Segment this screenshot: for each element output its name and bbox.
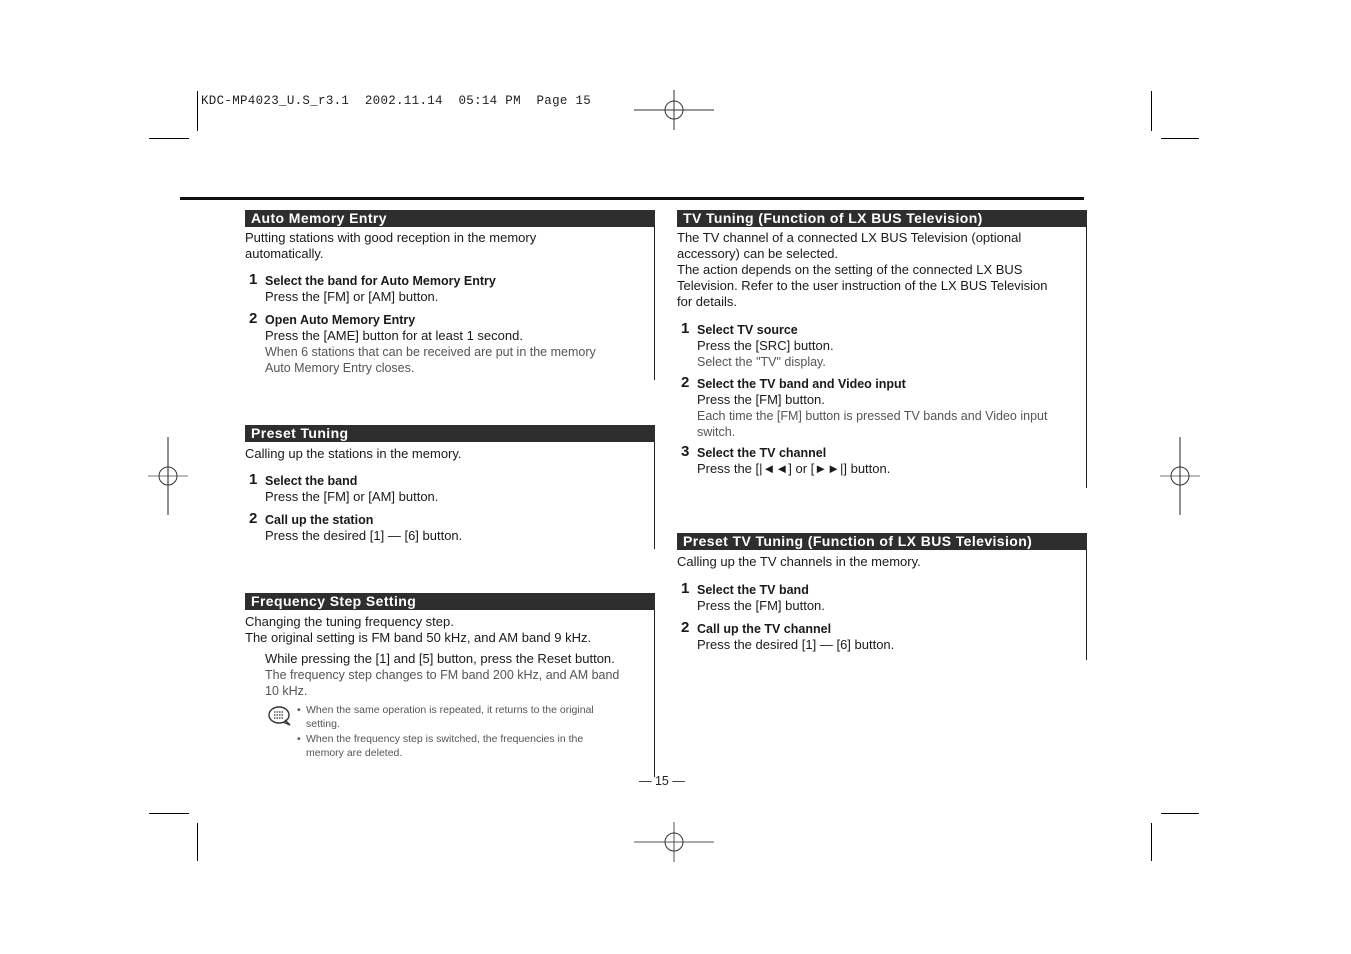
step-title: Select the band <box>265 474 358 488</box>
step-number: 2 <box>681 374 690 391</box>
step-number: 1 <box>249 271 258 288</box>
intro-line: accessory) can be selected. <box>677 246 839 261</box>
step-2: 2 Select the TV band and Video input Pre… <box>677 374 1078 440</box>
note-speech-bubble-icon <box>268 706 291 726</box>
step-note: When 6 stations that can be received are… <box>265 345 596 359</box>
intro-line: The action depends on the setting of the… <box>677 262 1023 277</box>
registration-mark-right-icon <box>1160 437 1200 515</box>
step-title: Select the TV band <box>697 583 809 597</box>
step-note: Each time the [FM] button is pressed TV … <box>697 409 1048 423</box>
section-preset-tuning: Preset Tuning Calling up the stations in… <box>245 425 655 549</box>
step-note: Auto Memory Entry closes. <box>265 361 415 375</box>
intro-line: Calling up the stations in the memory. <box>245 446 462 461</box>
intro-line: for details. <box>677 294 737 309</box>
top-rule <box>180 197 1084 200</box>
intro-line: Changing the tuning frequency step. <box>245 614 454 629</box>
crop-mark-top-right-h <box>1161 138 1199 139</box>
section-intro: Putting stations with good reception in … <box>245 230 646 262</box>
intro-line: The original setting is FM band 50 kHz, … <box>245 630 592 645</box>
step-action: Press the desired [1] — [6] button. <box>265 528 463 543</box>
crop-mark-bottom-left-v <box>197 823 198 861</box>
tip-line: When the frequency step is switched, the… <box>306 733 584 745</box>
section-title: Preset TV Tuning (Function of LX BUS Tel… <box>677 533 1087 550</box>
tips-block: When the same operation is repeated, it … <box>245 703 646 760</box>
step-1: 1 Select the band for Auto Memory Entry … <box>245 271 646 305</box>
step-title: Select the TV channel <box>697 446 827 460</box>
section-tv-tuning: TV Tuning (Function of LX BUS Television… <box>677 210 1087 488</box>
step-action: Press the [FM] or [AM] button. <box>265 289 439 304</box>
section-auto-memory-entry: Auto Memory Entry Putting stations with … <box>245 210 655 380</box>
crop-mark-top-left-h <box>149 138 189 139</box>
slug-date: 2002.11.14 <box>364 94 443 108</box>
step-number: 1 <box>681 580 690 597</box>
section-intro: Changing the tuning frequency step. The … <box>245 613 646 646</box>
registration-mark-bottom-icon <box>634 822 714 862</box>
step-note: switch. <box>697 425 736 439</box>
step-title: Call up the station <box>265 513 374 527</box>
crop-mark-bottom-right-h <box>1161 813 1199 814</box>
page-number: — 15 — <box>639 774 685 788</box>
step-3: 3 Select the TV channel Press the [|◄◄] … <box>677 443 1078 477</box>
step-1: 1 Select the band Press the [FM] or [AM]… <box>245 471 646 505</box>
crop-mark-top-left-v <box>197 91 198 131</box>
intro-line: Calling up the TV channels in the memory… <box>677 554 921 569</box>
intro-line: automatically. <box>245 246 324 261</box>
step-number: 2 <box>681 619 690 636</box>
step-action: Press the [FM] button. <box>697 392 825 407</box>
section-frequency-step-setting: Frequency Step Setting Changing the tuni… <box>245 593 655 777</box>
step-2: 2 Open Auto Memory Entry Press the [AME]… <box>245 310 646 376</box>
tip-line: setting. <box>306 718 340 730</box>
step-1: 1 Select the TV band Press the [FM] butt… <box>677 580 1078 614</box>
tip-line: When the same operation is repeated, it … <box>306 704 594 716</box>
step-number: 3 <box>681 443 690 460</box>
intro-line: Television. Refer to the user instructio… <box>677 278 1048 293</box>
registration-mark-top-icon <box>634 90 714 130</box>
tip-item: When the frequency step is switched, the… <box>297 732 646 760</box>
step-note: 10 kHz. <box>265 684 308 698</box>
step-number: 2 <box>249 310 258 327</box>
registration-mark-left-icon <box>148 437 188 515</box>
step-action: While pressing the [1] and [5] button, p… <box>265 651 615 666</box>
step-action: Press the [FM] or [AM] button. <box>265 489 439 504</box>
section-title: Auto Memory Entry <box>245 210 655 227</box>
tip-item: When the same operation is repeated, it … <box>297 703 646 731</box>
step-note: The frequency step changes to FM band 20… <box>265 668 620 682</box>
step-title: Call up the TV channel <box>697 622 832 636</box>
intro-line: Putting stations with good reception in … <box>245 230 537 245</box>
step-action: Press the [|◄◄] or [►►|] button. <box>697 461 891 476</box>
step-title: Select the band for Auto Memory Entry <box>265 274 496 288</box>
crop-mark-bottom-left-h <box>149 813 189 814</box>
step-2: 2 Call up the TV channel Press the desir… <box>677 619 1078 653</box>
section-intro: Calling up the TV channels in the memory… <box>677 553 1078 570</box>
intro-line: The TV channel of a connected LX BUS Tel… <box>677 230 1022 245</box>
slug-page: Page 15 <box>536 94 592 108</box>
step-number: 1 <box>681 320 690 337</box>
slug-time: 05:14 PM <box>458 94 521 108</box>
step-action: Press the desired [1] — [6] button. <box>697 637 895 652</box>
slug-file: KDC-MP4023_U.S_r3.1 <box>201 94 350 108</box>
step-action: Press the [AME] button for at least 1 se… <box>265 328 523 343</box>
step-1: 1 Select TV source Press the [SRC] butto… <box>677 320 1078 370</box>
tip-line: memory are deleted. <box>306 747 403 759</box>
section-title: TV Tuning (Function of LX BUS Television… <box>677 210 1087 227</box>
section-intro: Calling up the stations in the memory. <box>245 445 646 462</box>
section-preset-tv-tuning: Preset TV Tuning (Function of LX BUS Tel… <box>677 533 1087 660</box>
crop-mark-bottom-right-v <box>1151 823 1152 861</box>
step-action: Press the [FM] button. <box>697 598 825 613</box>
step-number: 2 <box>249 510 258 527</box>
step-title: Select the TV band and Video input <box>697 377 906 391</box>
crop-mark-top-right-v <box>1151 91 1152 131</box>
print-slug: KDC-MP4023_U.S_r3.1 2002.11.14 05:14 PM … <box>201 94 591 108</box>
step-number: 1 <box>249 471 258 488</box>
step-title: Select TV source <box>697 323 798 337</box>
step-action: Press the [SRC] button. <box>697 338 834 353</box>
section-title: Preset Tuning <box>245 425 655 442</box>
step-note: Select the "TV" display. <box>697 355 826 369</box>
step-title: Open Auto Memory Entry <box>265 313 416 327</box>
section-intro: The TV channel of a connected LX BUS Tel… <box>677 230 1078 310</box>
section-title: Frequency Step Setting <box>245 593 655 610</box>
step-2: 2 Call up the station Press the desired … <box>245 510 646 544</box>
